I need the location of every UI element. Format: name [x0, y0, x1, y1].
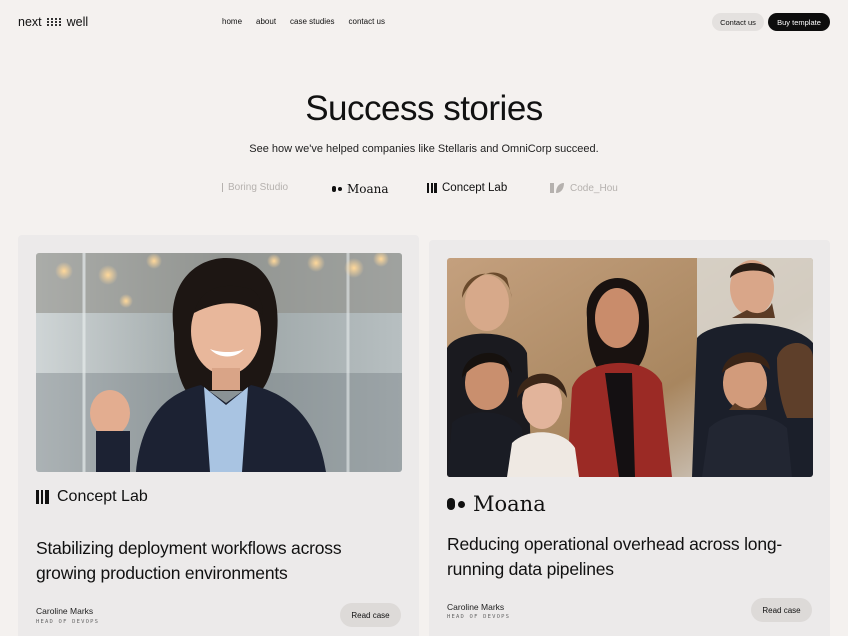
client-logo-moana: Moana [332, 182, 389, 196]
page-subtitle: See how we've helped companies like Stel… [249, 143, 599, 155]
boring-studio-icon [222, 183, 223, 192]
client-logo-label: Code_Hou [570, 182, 618, 194]
client-logo-concept-lab: Concept Lab [427, 182, 507, 194]
top-nav: next well home about case studies contac… [0, 0, 848, 44]
card-title[interactable]: Reducing operational overhead across lon… [447, 532, 807, 582]
card-brand-logo: Concept Lab [36, 488, 148, 506]
case-study-card[interactable]: Concept Lab Stabilizing deployment workf… [18, 235, 419, 636]
read-case-button[interactable]: Read case [340, 603, 401, 627]
person-role: HEAD OF DEVOPS [447, 614, 511, 620]
card-title[interactable]: Stabilizing deployment workflows across … [36, 536, 396, 586]
page-title: Success stories [305, 89, 543, 128]
card-brand-name: Concept Lab [57, 488, 148, 505]
client-logo-boring-studio: Boring Studio [222, 182, 288, 193]
client-logo-label: Boring Studio [228, 182, 289, 193]
page: next well home about case studies contac… [0, 0, 848, 636]
contact-us-button[interactable]: Contact us [712, 13, 764, 31]
case-study-photo [447, 258, 813, 477]
client-logo-label: Moana [347, 182, 389, 196]
woman-smiling-office-photo [36, 253, 402, 472]
moana-icon [332, 186, 342, 192]
logo-text-left: next [18, 15, 42, 29]
person-role: HEAD OF DEVOPS [36, 619, 100, 625]
team-meeting-photo [447, 258, 813, 477]
client-logo-label: Concept Lab [442, 182, 508, 194]
client-logo-strip: Boring Studio Moana Concept Lab Code_Hou [222, 182, 627, 202]
nav-link-case-studies[interactable]: case studies [290, 17, 334, 26]
code-house-icon [550, 183, 564, 193]
logo-text-right: well [66, 15, 89, 29]
card-brand-logo: Moana [447, 492, 546, 516]
case-study-card[interactable]: Moana Reducing operational overhead acro… [429, 240, 830, 636]
concept-lab-icon [427, 183, 437, 193]
person-name: Caroline Marks [36, 606, 94, 616]
person-name: Caroline Marks [447, 602, 505, 612]
logo-mark-icon [46, 18, 62, 26]
nav-link-contact-us[interactable]: contact us [349, 17, 385, 26]
buy-template-button[interactable]: Buy template [768, 13, 830, 31]
concept-lab-icon [36, 490, 49, 504]
case-study-photo [36, 253, 402, 472]
read-case-button[interactable]: Read case [751, 598, 812, 622]
nav-link-home[interactable]: home [222, 17, 242, 26]
card-brand-name: Moana [473, 492, 546, 516]
brand-logo[interactable]: next well [18, 15, 88, 29]
client-logo-code-house: Code_Hou [549, 182, 618, 194]
nav-link-about[interactable]: about [256, 17, 276, 26]
nav-links: home about case studies contact us [222, 17, 385, 26]
moana-icon [447, 498, 465, 510]
